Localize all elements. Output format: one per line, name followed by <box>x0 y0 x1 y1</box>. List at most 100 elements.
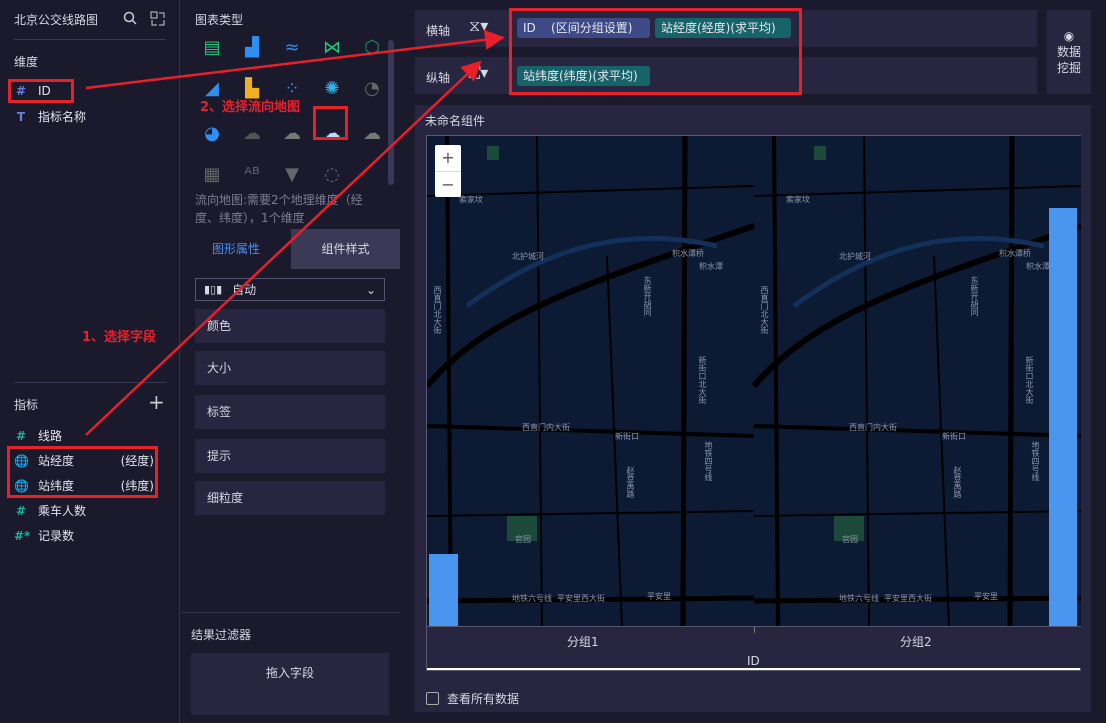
map-label: 新街口 <box>942 432 966 441</box>
checkbox-label: 查看所有数据 <box>447 692 520 706</box>
number-calc-icon: #* <box>14 528 31 543</box>
mining-icon: ◉ <box>1063 29 1075 43</box>
chart-type-multi-line-icon[interactable]: ≈ <box>281 37 303 59</box>
y-axis-type-icon[interactable]: ⛶▾ <box>469 63 488 83</box>
map-label: 索家坟 <box>786 195 810 204</box>
divider <box>14 382 166 383</box>
tab-graphic-properties[interactable]: 图形属性 <box>181 229 291 269</box>
map-label: 积水潭 <box>699 262 723 271</box>
x-axis-title: ID <box>747 654 760 668</box>
measure-record-count[interactable]: #* 记录数 <box>14 527 74 544</box>
chart-type-funnel-icon[interactable]: ▼ <box>281 164 303 186</box>
x-axis: 分组1 分组2 ID <box>427 626 1081 668</box>
map-label: 西直门北大街 <box>760 286 769 334</box>
map-label: 平安里西大街 <box>884 594 932 603</box>
annotation-box-flowmap <box>313 106 348 140</box>
dimension-title: 维度 <box>14 55 39 69</box>
tab-component-style[interactable]: 组件样式 <box>291 229 400 269</box>
map-label: 新街口 <box>615 432 639 441</box>
map-label: 东新开胡同 <box>970 276 979 316</box>
chart-type-pie-icon[interactable]: ◔ <box>361 78 383 100</box>
chart-type-china-region-map-icon[interactable]: ☁ <box>281 123 303 145</box>
field-panel: 北京公交线路图 维度 # ID T 指标名称 指标 + # 线路 🌐 站经度 (经度) 🌐… <box>0 0 180 723</box>
x-tick-label: 分组1 <box>567 635 599 649</box>
text-icon: T <box>16 109 26 124</box>
field-label: 线路 <box>38 429 63 443</box>
map-label: 平安里 <box>974 592 998 601</box>
chart-type-word-cloud-icon[interactable]: ᴬᴮ <box>241 164 263 186</box>
map-label: 官园 <box>515 535 531 544</box>
zoom-in-button[interactable]: + <box>435 145 461 171</box>
map-label: 北护城河 <box>839 252 871 261</box>
widget-title[interactable]: 未命名组件 <box>425 112 485 129</box>
map-label: 西直门北大街 <box>433 286 442 334</box>
chart-type-heat-map-icon[interactable]: ☁ <box>361 123 383 145</box>
show-all-data[interactable]: 查看所有数据 <box>426 690 519 707</box>
search-icon[interactable] <box>123 11 137 25</box>
field-label: 指标名称 <box>38 110 87 124</box>
y-axis-label: 纵轴 <box>426 71 451 85</box>
map-zoom-control: + − <box>435 145 461 197</box>
annotation-step2: 2、选择流向地图 <box>200 100 301 115</box>
map-label: 北护城河 <box>512 252 544 261</box>
map-roads <box>427 136 1081 626</box>
measure-route[interactable]: # 线路 <box>14 427 62 444</box>
chart-type-table-bar-icon[interactable]: ▤ <box>201 37 223 59</box>
measure-passengers[interactable]: # 乘车人数 <box>14 502 86 519</box>
divider <box>14 39 166 40</box>
map-label: 平安里西大街 <box>557 594 605 603</box>
field-label: 乘车人数 <box>38 504 87 518</box>
flow-map[interactable]: 索家坟 北护城河 积水潭桥 积水潭 西直门北大街 东新开胡同 新街口北大街 西直门内大街 新街口… <box>427 136 1081 626</box>
bar[interactable] <box>429 554 458 626</box>
prop-tooltip[interactable]: 提示 <box>195 439 385 473</box>
zoom-out-button[interactable]: − <box>435 171 461 198</box>
chart-type-bubble-icon[interactable]: ✺ <box>321 78 343 100</box>
mark-type-select[interactable]: ▮▯▮ 自动 ⌄ <box>195 278 385 301</box>
field-label: 记录数 <box>38 529 75 543</box>
annotation-box-id <box>8 79 74 103</box>
prop-color[interactable]: 颜色 <box>195 309 385 343</box>
map-label: 赵登禹路 <box>953 466 962 498</box>
add-measure-button[interactable]: + <box>148 390 165 414</box>
map-label: 地铁四号线 <box>1031 441 1040 481</box>
x-axis-type-icon[interactable]: ⧖▾ <box>469 16 488 36</box>
map-label: 平安里 <box>647 592 671 601</box>
data-mining-button[interactable]: ◉ 数据挖掘 <box>1047 10 1091 94</box>
select-value: 自动 <box>232 283 257 297</box>
chart-type-treemap-icon[interactable]: ▦ <box>201 164 223 186</box>
chart-type-cross-line-icon[interactable]: ⋈ <box>321 37 343 59</box>
dimension-metric-name[interactable]: T 指标名称 <box>14 108 86 125</box>
chart-type-china-map-icon[interactable]: ☁ <box>241 123 263 145</box>
bar[interactable] <box>1049 208 1077 626</box>
switch-dataset-icon[interactable] <box>150 11 165 26</box>
checkbox[interactable] <box>426 692 439 705</box>
map-label: 积水潭 <box>1026 262 1050 271</box>
chevron-down-icon: ⌄ <box>365 282 376 297</box>
map-label: 新街口北大街 <box>698 356 707 404</box>
prop-size[interactable]: 大小 <box>195 351 385 385</box>
map-label: 地铁六号线 <box>839 594 879 603</box>
prop-granularity[interactable]: 细粒度 <box>195 481 385 515</box>
map-label: 积水潭桥 <box>999 249 1031 258</box>
map-label: 东新开胡同 <box>643 276 652 316</box>
dataset-title: 北京公交线路图 <box>14 13 99 27</box>
x-tick-label: 分组2 <box>900 635 932 649</box>
divider <box>181 612 400 613</box>
prop-label[interactable]: 标签 <box>195 395 385 429</box>
measure-title: 指标 <box>14 398 39 412</box>
scrollbar[interactable] <box>388 40 394 185</box>
number-icon: # <box>15 428 27 443</box>
chart-type-title: 图表类型 <box>195 13 244 27</box>
annotation-step1: 1、选择字段 <box>82 330 157 345</box>
map-label: 地铁四号线 <box>704 441 713 481</box>
chart-type-step-icon[interactable]: ▟ <box>241 37 263 59</box>
map-label: 新街口北大街 <box>1025 356 1034 404</box>
chart-type-radar-icon[interactable]: ⬡ <box>361 37 383 59</box>
map-label: 西直门内大街 <box>522 423 570 432</box>
x-axis-label: 横轴 <box>426 24 451 38</box>
map-label: 积水潭桥 <box>672 249 704 258</box>
chart-type-gauge-icon[interactable]: ◌ <box>321 164 343 186</box>
filter-drop-zone[interactable]: 拖入字段 <box>191 653 389 715</box>
bar-chart-icon: ▮▯▮ <box>204 283 223 296</box>
chart-type-quadrant-pie-icon[interactable]: ◕ <box>201 123 223 145</box>
